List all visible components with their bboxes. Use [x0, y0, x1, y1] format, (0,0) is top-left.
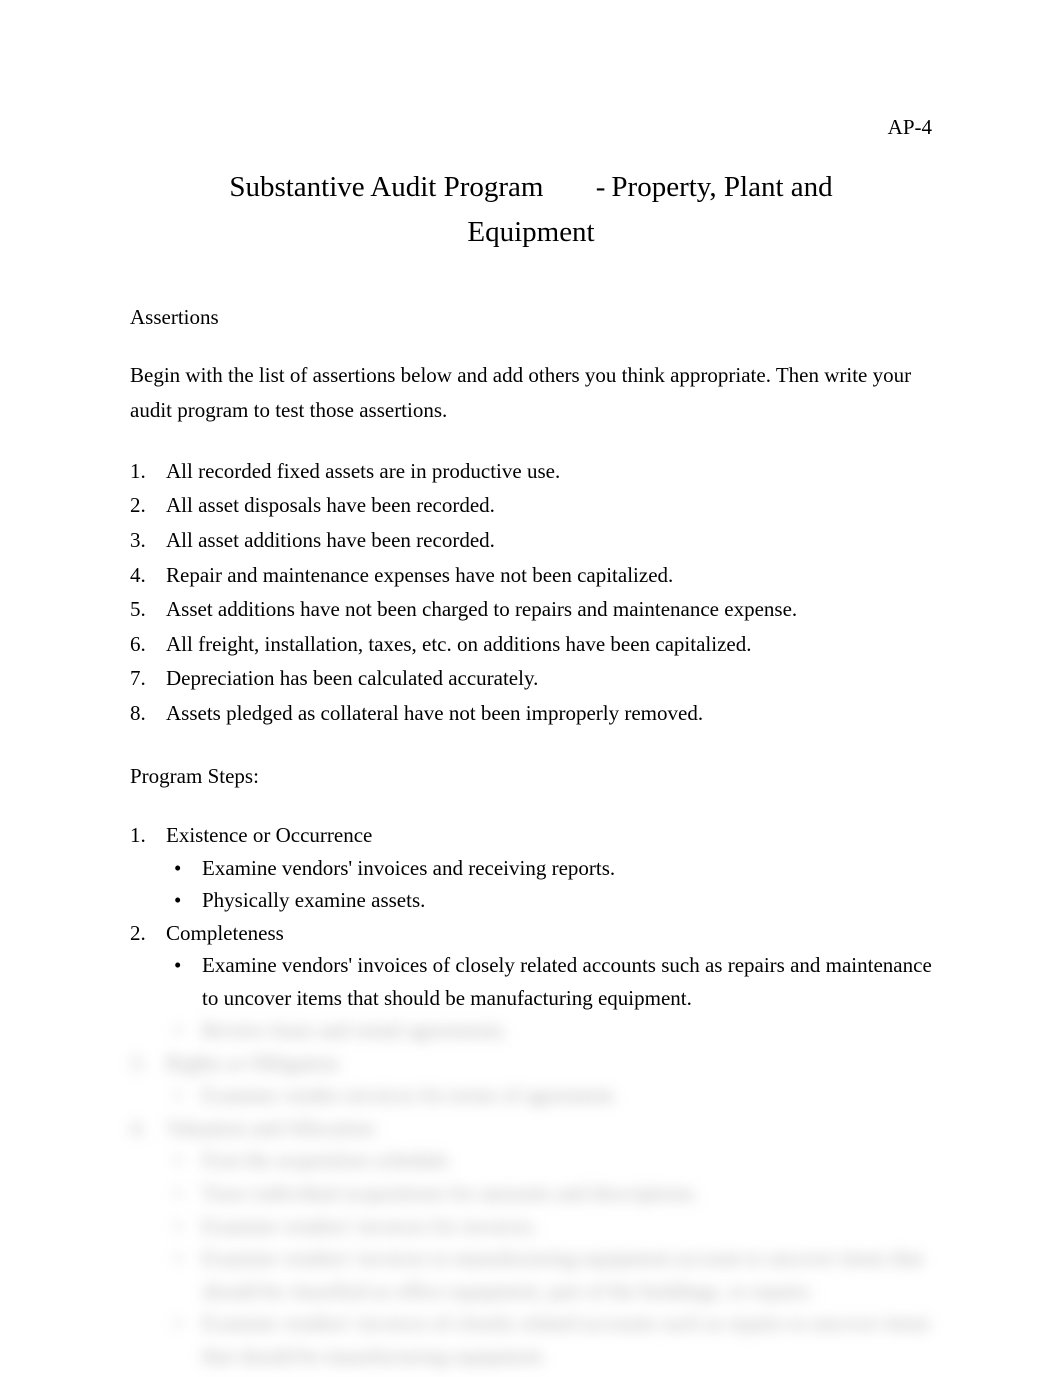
sub-item: •Examine vendors' invoices and receiving…: [166, 852, 932, 885]
obscured-sub-item: •Examine vendors' invoices to manufactur…: [166, 1242, 932, 1307]
obscured-sub-item: •Trace individual acquisitions for amoun…: [166, 1177, 932, 1210]
step-item: 1.Existence or Occurrence •Examine vendo…: [130, 819, 932, 917]
assertion-text: All recorded fixed assets are in product…: [166, 455, 560, 488]
sub-item: •Examine vendors' invoices of closely re…: [166, 949, 932, 1014]
step-title: Existence or Occurrence: [166, 819, 372, 852]
sub-list: •Examine vendor invoices for terms of ag…: [130, 1079, 932, 1112]
list-item: 4.Repair and maintenance expenses have n…: [130, 559, 932, 592]
assertion-text: All asset additions have been recorded.: [166, 524, 495, 557]
obscured-sub-item: •Foot the acquisition schedule.: [166, 1144, 932, 1177]
sub-item: •Physically examine assets.: [166, 884, 932, 917]
sub-text: Examine vendors' invoices and receiving …: [202, 852, 932, 885]
obscured-sub-item: •Examine vendors' invoices of closely re…: [166, 1307, 932, 1372]
list-item: 8.Assets pledged as collateral have not …: [130, 697, 932, 730]
assertions-list: 1.All recorded fixed assets are in produ…: [130, 455, 932, 729]
sub-list: •Foot the acquisition schedule. •Trace i…: [130, 1144, 932, 1372]
obscured-step-title: Rights or Obligation: [166, 1047, 339, 1080]
obscured-sub-item: •Examine vendor invoices for terms of ag…: [166, 1079, 932, 1112]
assertion-text: All freight, installation, taxes, etc. o…: [166, 628, 751, 661]
step-item: 2.Completeness •Examine vendors' invoice…: [130, 917, 932, 1047]
list-item: 5.Asset additions have not been charged …: [130, 593, 932, 626]
assertions-heading: Assertions: [130, 300, 932, 336]
obscured-text: Examine vendors' invoices for invoices.: [202, 1210, 932, 1243]
assertion-text: Asset additions have not been charged to…: [166, 593, 797, 626]
document-title: Substantive Audit Program -Property, Pla…: [130, 165, 932, 255]
sub-list: •Examine vendors' invoices and receiving…: [130, 852, 932, 917]
program-steps-list: 1.Existence or Occurrence •Examine vendo…: [130, 819, 932, 1372]
step-title: Completeness: [166, 917, 284, 950]
list-item: 2.All asset disposals have been recorded…: [130, 489, 932, 522]
intro-paragraph: Begin with the list of assertions below …: [130, 358, 932, 429]
assertion-text: Repair and maintenance expenses have not…: [166, 559, 673, 592]
list-item: 6.All freight, installation, taxes, etc.…: [130, 628, 932, 661]
assertion-text: All asset disposals have been recorded.: [166, 489, 495, 522]
obscured-text: Review lease and rental agreements.: [202, 1014, 932, 1047]
obscured-text: Examine vendors' invoices to manufacturi…: [202, 1242, 932, 1307]
title-separator: -: [596, 165, 612, 210]
page-label: AP-4: [888, 110, 932, 146]
assertion-text: Depreciation has been calculated accurat…: [166, 662, 538, 695]
program-steps-heading: Program Steps:: [130, 759, 932, 795]
obscured-sub-item: •Review lease and rental agreements.: [166, 1014, 932, 1047]
assertion-text: Assets pledged as collateral have not be…: [166, 697, 703, 730]
list-item: 7.Depreciation has been calculated accur…: [130, 662, 932, 695]
obscured-text: Foot the acquisition schedule.: [202, 1144, 932, 1177]
title-left: Substantive Audit Program: [229, 165, 588, 210]
title-line2: Equipment: [130, 210, 932, 255]
obscured-sub-item: •Examine vendors' invoices for invoices.: [166, 1210, 932, 1243]
obscured-text: Examine vendor invoices for terms of agr…: [202, 1079, 932, 1112]
obscured-step-item: 3.Rights or Obligation •Examine vendor i…: [130, 1047, 932, 1112]
list-item: 1.All recorded fixed assets are in produ…: [130, 455, 932, 488]
list-item: 3.All asset additions have been recorded…: [130, 524, 932, 557]
sub-text: Examine vendors' invoices of closely rel…: [202, 949, 932, 1014]
obscured-text: Examine vendors' invoices of closely rel…: [202, 1307, 932, 1372]
sub-list: •Examine vendors' invoices of closely re…: [130, 949, 932, 1047]
obscured-step-title: Valuation and Allocation: [166, 1112, 375, 1145]
obscured-step-item: 4.Valuation and Allocation •Foot the acq…: [130, 1112, 932, 1372]
obscured-text: Trace individual acquisitions for amount…: [202, 1177, 932, 1210]
sub-text: Physically examine assets.: [202, 884, 932, 917]
title-right: Property, Plant and: [611, 171, 832, 203]
